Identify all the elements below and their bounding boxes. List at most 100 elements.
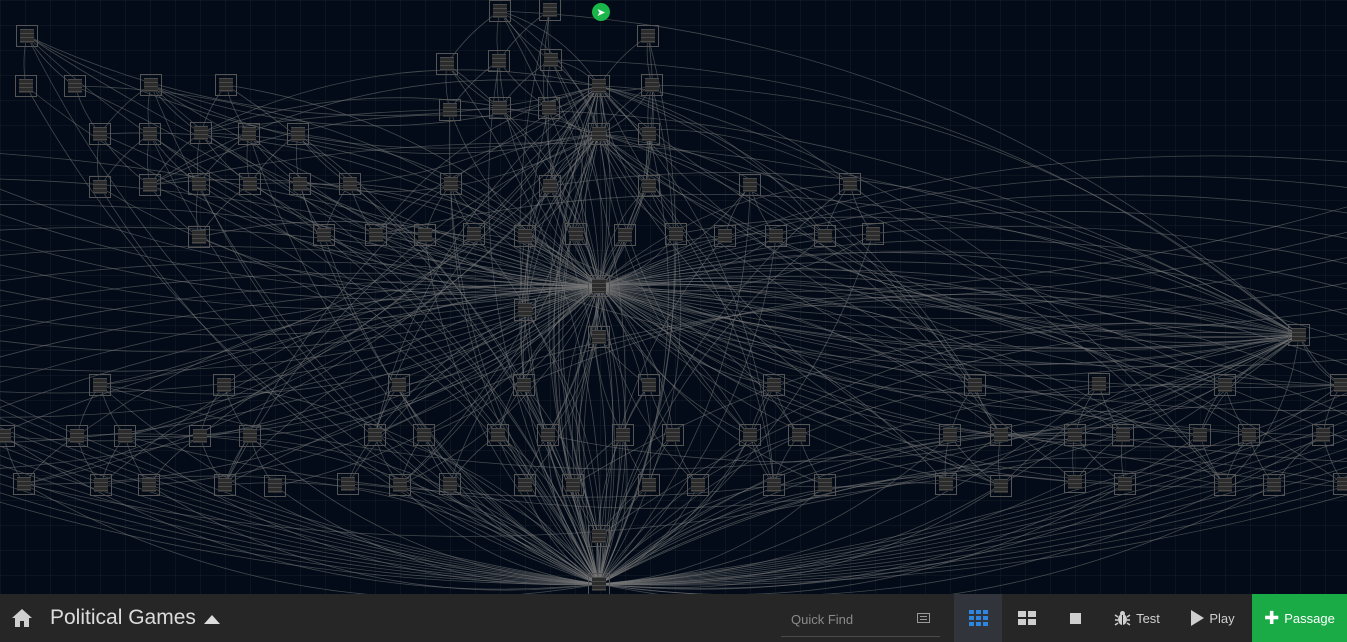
passage-card[interactable] — [1114, 473, 1136, 495]
passage-card[interactable] — [814, 474, 836, 496]
passage-card[interactable] — [964, 374, 986, 396]
passage-card[interactable] — [239, 425, 261, 447]
passage-card[interactable] — [138, 474, 160, 496]
passage-card[interactable] — [539, 0, 561, 21]
passage-card[interactable] — [939, 424, 961, 446]
passage-card[interactable] — [188, 226, 210, 248]
passage-card[interactable] — [388, 374, 410, 396]
passage-card[interactable] — [638, 474, 660, 496]
passage-card[interactable] — [1064, 471, 1086, 493]
passage-card[interactable] — [1330, 374, 1347, 396]
quick-find-input[interactable] — [789, 610, 913, 628]
passage-card[interactable] — [637, 25, 659, 47]
passage-card[interactable] — [1064, 424, 1086, 446]
passage-card[interactable] — [814, 225, 836, 247]
story-title-menu[interactable]: Political Games — [50, 606, 220, 630]
passage-card[interactable] — [514, 474, 536, 496]
passage-card[interactable] — [15, 75, 37, 97]
passage-card[interactable] — [687, 474, 709, 496]
passage-card[interactable] — [588, 75, 610, 97]
passage-card[interactable] — [638, 374, 660, 396]
passage-card[interactable] — [588, 525, 610, 547]
passage-card[interactable] — [990, 424, 1012, 446]
passage-card[interactable] — [239, 173, 261, 195]
passage-card[interactable] — [1333, 473, 1347, 495]
passage-card[interactable] — [763, 474, 785, 496]
passage-card[interactable] — [513, 374, 535, 396]
passage-card[interactable] — [638, 123, 660, 145]
passage-card[interactable] — [612, 424, 634, 446]
passage-card[interactable] — [189, 425, 211, 447]
passage-card[interactable] — [66, 425, 88, 447]
passage-card[interactable] — [862, 223, 884, 245]
passage-card[interactable] — [1263, 474, 1285, 496]
passage-card[interactable] — [539, 175, 561, 197]
passage-card[interactable] — [739, 424, 761, 446]
passage-card[interactable] — [788, 424, 810, 446]
passage-card[interactable] — [287, 123, 309, 145]
passage-card[interactable] — [990, 475, 1012, 497]
zoom-small-button[interactable] — [1052, 594, 1098, 642]
passage-card[interactable] — [463, 223, 485, 245]
passage-card[interactable] — [0, 425, 15, 447]
passage-card[interactable] — [364, 424, 386, 446]
passage-card[interactable] — [614, 224, 636, 246]
passage-card[interactable] — [1214, 374, 1236, 396]
passage-card[interactable] — [588, 275, 610, 297]
passage-card[interactable] — [565, 223, 587, 245]
passage-card[interactable] — [488, 50, 510, 72]
passage-card[interactable] — [1238, 424, 1260, 446]
passage-card[interactable] — [89, 123, 111, 145]
passage-card[interactable] — [1288, 324, 1310, 346]
passage-card[interactable] — [337, 473, 359, 495]
passage-card[interactable] — [389, 474, 411, 496]
passage-card[interactable] — [662, 424, 684, 446]
passage-card[interactable] — [215, 74, 237, 96]
play-button[interactable]: Play — [1182, 594, 1244, 642]
passage-card[interactable] — [213, 374, 235, 396]
passage-card[interactable] — [439, 99, 461, 121]
passage-card[interactable] — [638, 175, 660, 197]
passage-card[interactable] — [588, 326, 610, 348]
passage-card[interactable] — [436, 53, 458, 75]
passage-card[interactable] — [714, 225, 736, 247]
passage-card[interactable] — [588, 573, 610, 594]
zoom-large-button[interactable] — [954, 594, 1002, 642]
passage-card[interactable] — [765, 225, 787, 247]
passage-card[interactable] — [90, 474, 112, 496]
passage-card[interactable] — [514, 225, 536, 247]
passage-card[interactable] — [289, 173, 311, 195]
passage-card[interactable] — [16, 25, 38, 47]
passage-card[interactable] — [935, 473, 957, 495]
zoom-medium-button[interactable] — [1004, 594, 1050, 642]
passage-card[interactable] — [489, 97, 511, 119]
passage-card[interactable] — [139, 123, 161, 145]
passage-card[interactable] — [13, 473, 35, 495]
passage-card[interactable] — [313, 224, 335, 246]
passage-card[interactable] — [140, 74, 162, 96]
passage-card[interactable] — [1088, 373, 1110, 395]
passage-card[interactable] — [763, 374, 785, 396]
passage-card[interactable] — [365, 224, 387, 246]
passage-card[interactable] — [414, 224, 436, 246]
passage-card[interactable] — [190, 122, 212, 144]
passage-card[interactable] — [665, 223, 687, 245]
passage-card[interactable] — [114, 425, 136, 447]
passage-card[interactable] — [489, 0, 511, 22]
passage-card[interactable] — [588, 123, 610, 145]
new-passage-button[interactable]: ✚ Passage — [1252, 594, 1347, 642]
passage-card[interactable] — [839, 173, 861, 195]
passage-card[interactable] — [89, 176, 111, 198]
passage-card[interactable] — [562, 474, 584, 496]
passage-card[interactable] — [238, 123, 260, 145]
passage-card[interactable] — [188, 173, 210, 195]
passage-card[interactable] — [537, 424, 559, 446]
passage-card[interactable] — [1312, 424, 1334, 446]
passage-card[interactable] — [538, 97, 560, 119]
passage-card[interactable] — [1214, 474, 1236, 496]
passage-card[interactable] — [439, 473, 461, 495]
passage-card[interactable] — [487, 424, 509, 446]
passage-card[interactable] — [339, 173, 361, 195]
passage-card[interactable] — [514, 299, 536, 321]
passage-card[interactable] — [1189, 424, 1211, 446]
